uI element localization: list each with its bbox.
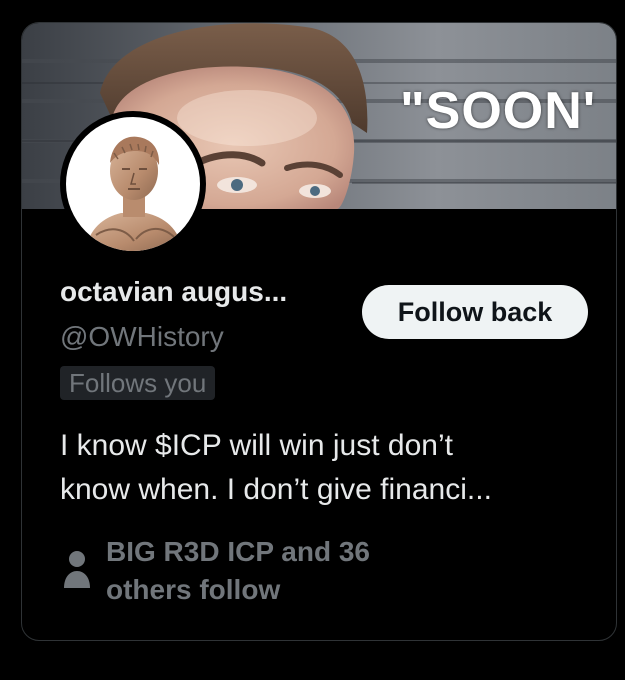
profile-hover-card: "SOON' octavian augus... @OWHistory Foll… bbox=[21, 22, 617, 641]
roman-bust-icon bbox=[86, 136, 182, 251]
display-name[interactable]: octavian augus... bbox=[60, 276, 287, 308]
person-icon bbox=[64, 551, 90, 588]
follows-you-badge: Follows you bbox=[60, 366, 216, 400]
bio-line: know when. I don’t give financi... bbox=[60, 473, 492, 506]
follow-back-button[interactable]: Follow back bbox=[362, 285, 588, 339]
followers-you-know[interactable]: BIG R3D ICP and 36 others follow bbox=[60, 533, 460, 613]
avatar[interactable] bbox=[60, 111, 206, 257]
bio-line: I know $ICP will win just don’t bbox=[60, 429, 453, 462]
banner-caption: "SOON' bbox=[400, 82, 597, 140]
avatar-image bbox=[66, 117, 200, 251]
followers-line: BIG R3D ICP and 36 bbox=[106, 536, 371, 567]
user-handle[interactable]: @OWHistory bbox=[60, 321, 224, 353]
followers-line: others follow bbox=[106, 574, 281, 605]
profile-bio: I know $ICP will win just don’t know whe… bbox=[60, 424, 605, 512]
followers-text: BIG R3D ICP and 36 others follow bbox=[106, 533, 370, 609]
